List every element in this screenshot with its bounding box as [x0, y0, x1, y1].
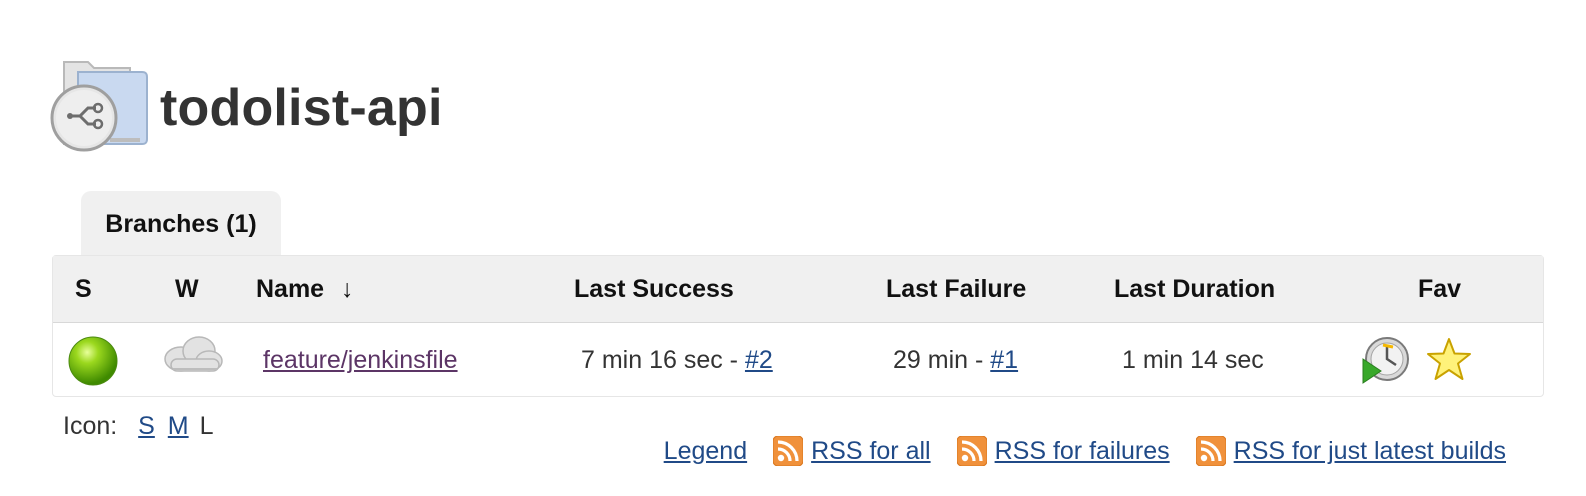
- icon-size-label: Icon:: [63, 412, 118, 440]
- last-failure-time: 29 min -: [893, 346, 991, 374]
- branch-name-cell: feature/jenkinsfile: [263, 323, 458, 398]
- col-header-status[interactable]: S: [75, 256, 92, 322]
- rss-all-link[interactable]: RSS for all: [811, 437, 930, 466]
- table-row: feature/jenkinsfile 7 min 16 sec - #2 29…: [53, 323, 1543, 398]
- sort-down-arrow-icon: ↓: [341, 275, 354, 303]
- footer-links: Legend RSS for all RSS for failures RSS …: [664, 435, 1506, 467]
- schedule-build-icon[interactable]: [1361, 335, 1413, 387]
- rss-icon: [956, 435, 988, 467]
- col-header-name[interactable]: Name ↓: [256, 256, 354, 322]
- branches-table: S W Name ↓ Last Success Last Failure Las…: [52, 255, 1544, 397]
- last-success-cell: 7 min 16 sec - #2: [581, 323, 773, 398]
- last-failure-build-link[interactable]: #1: [990, 346, 1018, 374]
- legend-link[interactable]: Legend: [664, 437, 747, 466]
- rss-latest-builds-link[interactable]: RSS for just latest builds: [1234, 437, 1506, 466]
- page-title: todolist-api: [160, 79, 443, 137]
- cloudy-icon: [161, 329, 225, 379]
- rss-failures-link[interactable]: RSS for failures: [995, 437, 1170, 466]
- green-ball-icon: [67, 335, 119, 387]
- col-header-last-failure[interactable]: Last Failure: [886, 256, 1026, 322]
- branch-link[interactable]: feature/jenkinsfile: [263, 346, 458, 374]
- table-header: S W Name ↓ Last Success Last Failure Las…: [53, 256, 1543, 323]
- col-header-last-success[interactable]: Last Success: [574, 256, 734, 322]
- tab-branches[interactable]: Branches (1): [81, 191, 281, 257]
- col-header-weather[interactable]: W: [175, 256, 199, 322]
- rss-icon: [1195, 435, 1227, 467]
- icon-size-large-current: L: [199, 412, 214, 440]
- icon-size-medium-link[interactable]: M: [168, 412, 189, 440]
- page-header: todolist-api: [50, 58, 443, 158]
- rss-icon: [772, 435, 804, 467]
- star-icon[interactable]: [1423, 335, 1475, 387]
- last-success-build-link[interactable]: #2: [745, 346, 773, 374]
- last-success-time: 7 min 16 sec -: [581, 346, 745, 374]
- col-header-fav[interactable]: Fav: [1418, 256, 1461, 322]
- col-header-name-label: Name: [256, 275, 325, 303]
- last-duration-cell: 1 min 14 sec: [1122, 346, 1264, 374]
- icon-size-selector: Icon: S M L: [63, 412, 213, 441]
- multibranch-folder-icon: [50, 58, 150, 158]
- last-failure-cell: 29 min - #1: [893, 323, 1018, 398]
- tab-label: Branches (1): [105, 209, 257, 238]
- col-header-last-duration[interactable]: Last Duration: [1114, 256, 1275, 322]
- icon-size-small-link[interactable]: S: [138, 412, 155, 440]
